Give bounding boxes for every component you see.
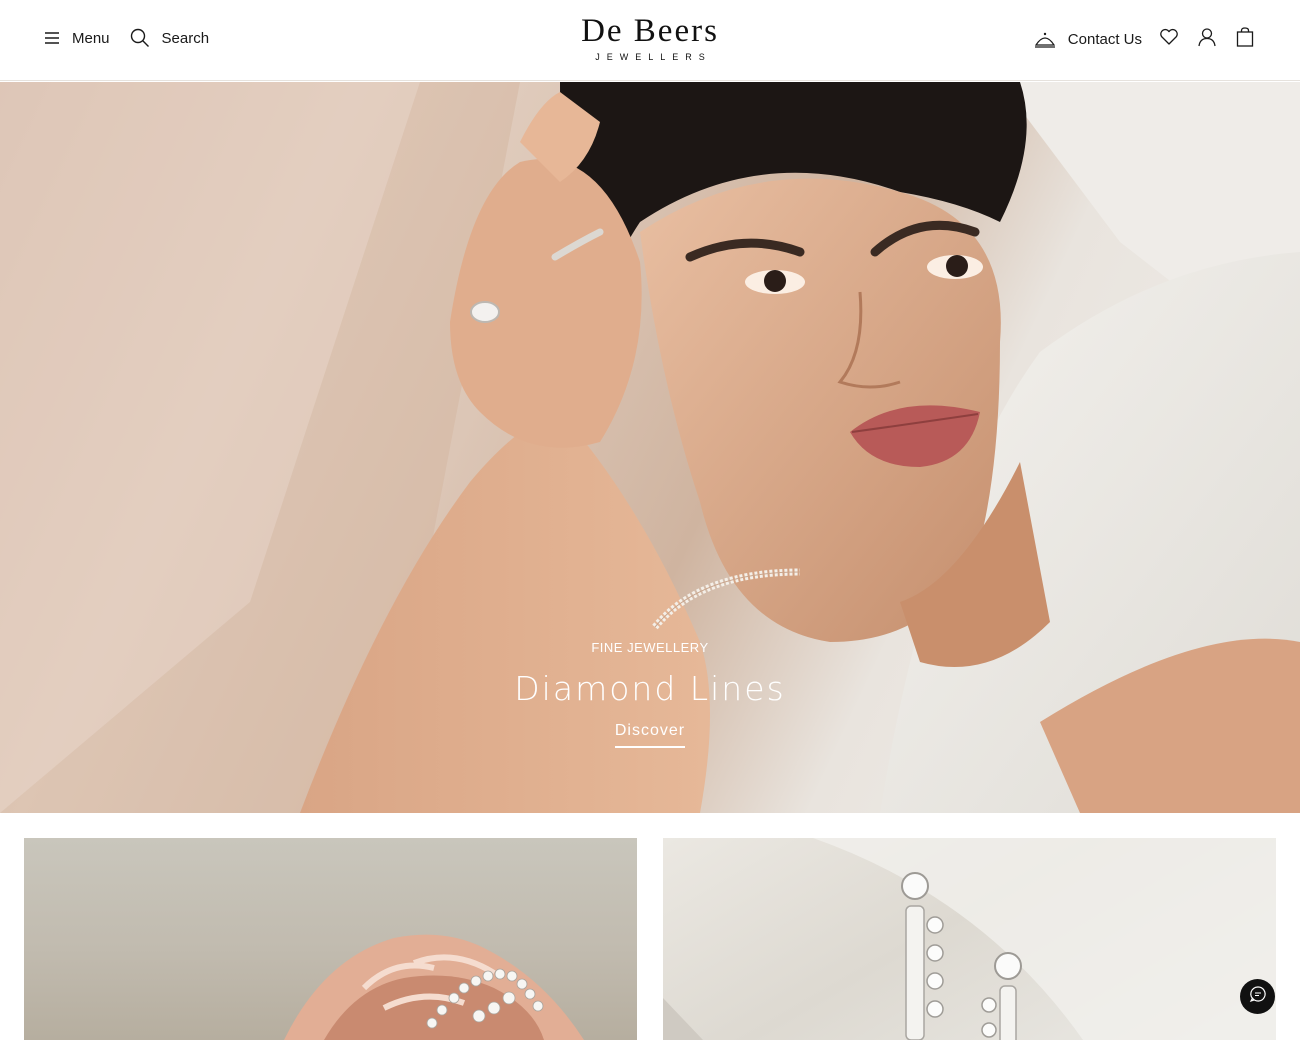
- bag-button[interactable]: [1234, 26, 1256, 52]
- diamond-earrings-image: [663, 838, 1276, 1040]
- account-button[interactable]: [1196, 27, 1218, 51]
- concierge-icon: [1034, 29, 1056, 49]
- contact-us-button[interactable]: Contact Us: [1034, 29, 1142, 49]
- bag-icon: [1236, 26, 1254, 52]
- logo-subtitle: JEWELLERS: [595, 52, 712, 62]
- contact-us-label: Contact Us: [1067, 30, 1142, 48]
- hero-copy: FINE JEWELLERY Diamond Lines Discover: [0, 640, 1300, 748]
- hero-title: Diamond Lines: [514, 669, 786, 708]
- hero-eyebrow: FINE JEWELLERY: [591, 640, 709, 655]
- wishlist-button[interactable]: [1158, 27, 1180, 51]
- promo-card-rings[interactable]: [24, 838, 637, 1040]
- heart-icon: [1159, 28, 1179, 51]
- promo-card-earrings[interactable]: [663, 838, 1276, 1040]
- site-header: Menu Search De Beers JEWELLERS Contact U…: [0, 0, 1300, 81]
- hero-banner[interactable]: FINE JEWELLERY Diamond Lines Discover: [0, 82, 1300, 813]
- chat-icon: [1249, 985, 1267, 1008]
- rose-gold-ring-image: [284, 934, 584, 1040]
- discover-link[interactable]: Discover: [614, 722, 686, 748]
- header-right-nav: Contact Us: [1034, 26, 1256, 52]
- chat-button[interactable]: [1240, 979, 1275, 1014]
- account-icon: [1197, 27, 1217, 52]
